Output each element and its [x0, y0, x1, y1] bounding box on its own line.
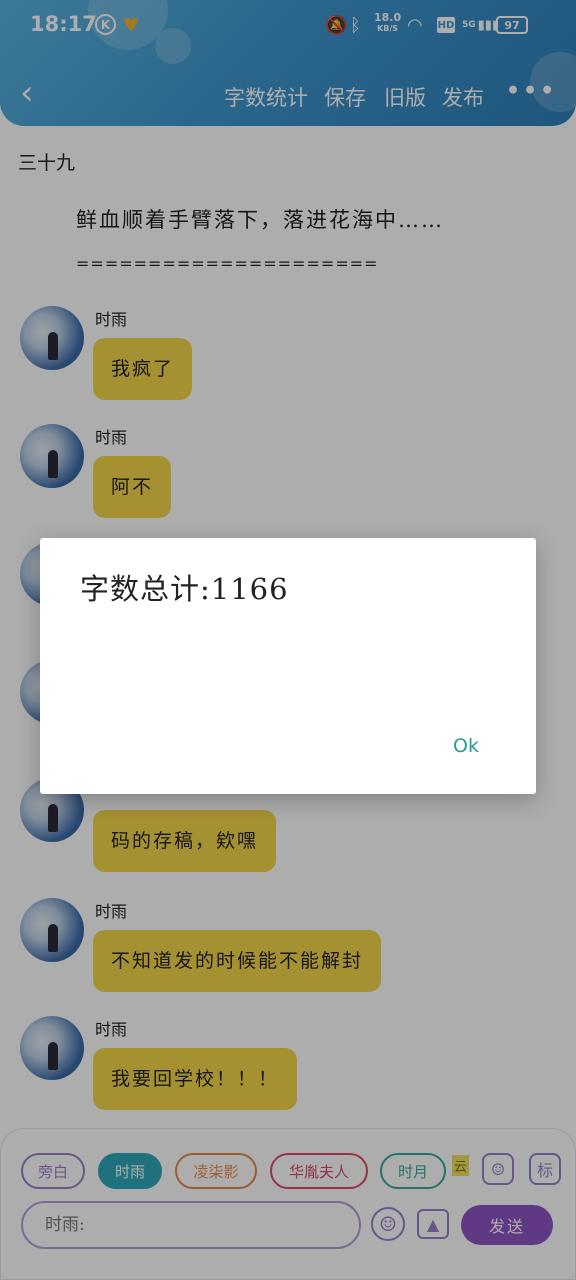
ok-button[interactable]: Ok [440, 730, 492, 762]
dialog-message: 字数总计:1166 [80, 572, 289, 606]
word-count-dialog: 字数总计:1166 Ok [40, 538, 536, 794]
